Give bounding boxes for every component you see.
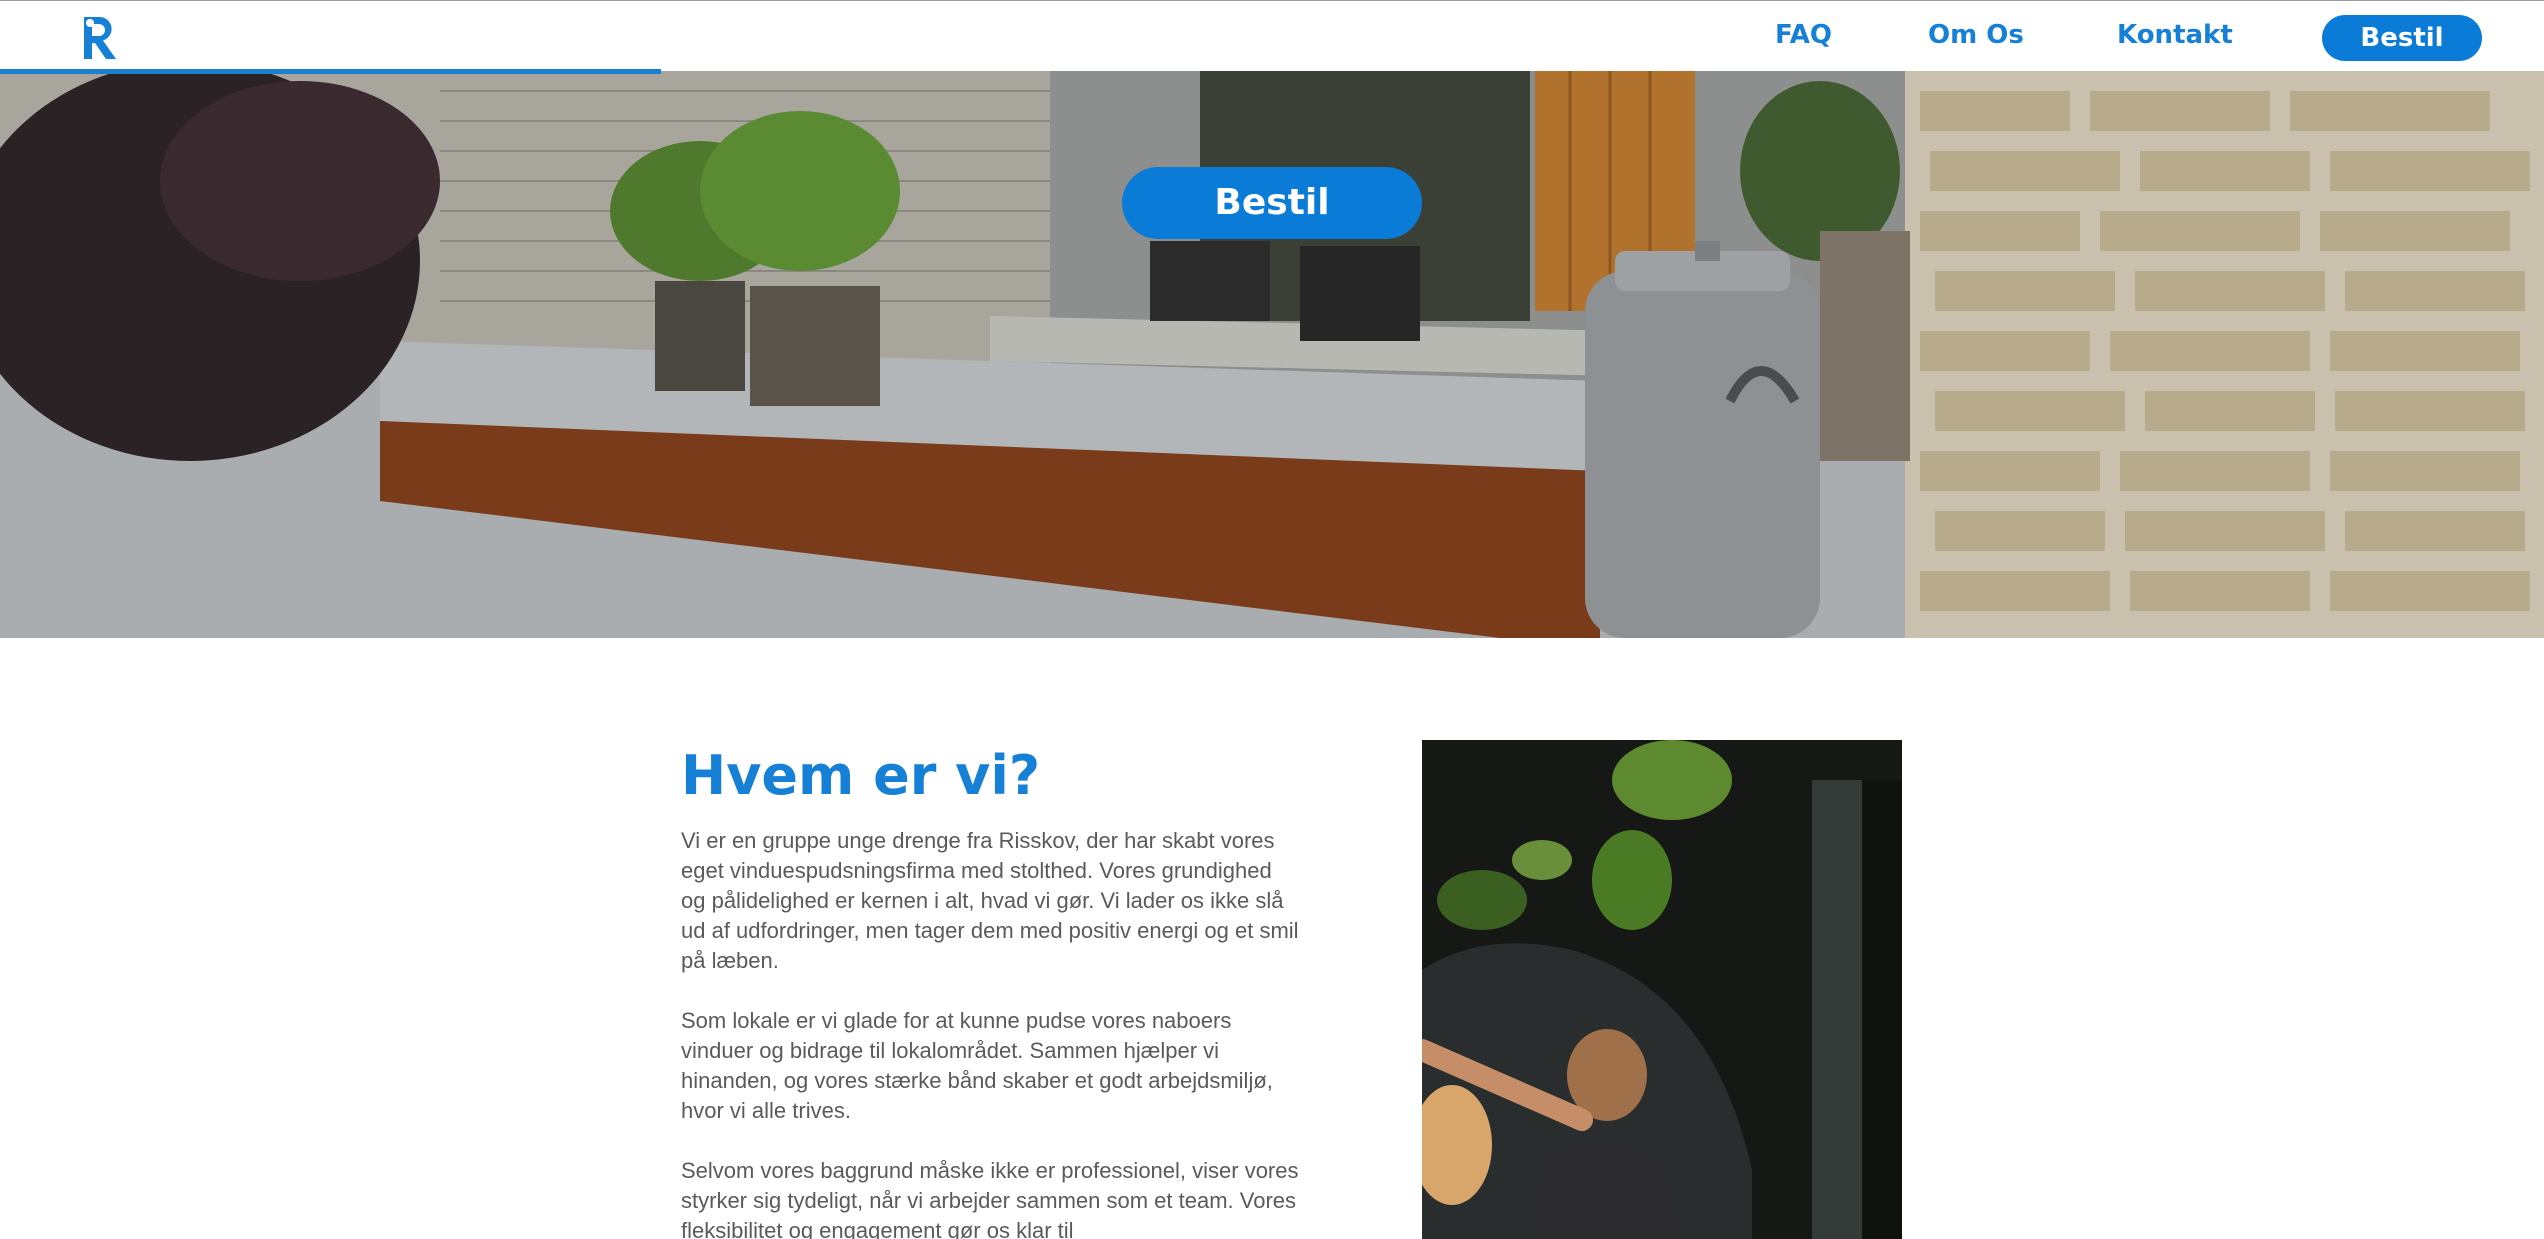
- site-header: FAQ Om Os Kontakt Bestil: [0, 0, 2544, 71]
- about-paragraph: Som lokale er vi glade for at kunne puds…: [681, 1008, 1273, 1123]
- hero-banner: Bestil: [0, 71, 2544, 638]
- about-paragraph: Vi er en gruppe unge drenge fra Risskov,…: [681, 828, 1299, 973]
- nav-order-button[interactable]: Bestil: [2322, 15, 2482, 61]
- hero-order-button[interactable]: Bestil: [1122, 167, 1422, 239]
- about-paragraph: Selvom vores baggrund måske ikke er prof…: [681, 1158, 1299, 1239]
- team-photo: [1422, 740, 1902, 1239]
- nav-about-link[interactable]: Om Os: [1928, 17, 2024, 53]
- hero-photo: [0, 71, 2544, 638]
- about-heading: Hvem er vi?: [681, 744, 1041, 807]
- scroll-progress-bar: [0, 69, 662, 74]
- r-logo-icon[interactable]: [80, 13, 120, 61]
- about-text: Vi er en gruppe unge drenge fra Risskov,…: [681, 826, 1301, 1239]
- nav-contact-link[interactable]: Kontakt: [2117, 17, 2233, 53]
- nav-faq-link[interactable]: FAQ: [1775, 17, 1832, 53]
